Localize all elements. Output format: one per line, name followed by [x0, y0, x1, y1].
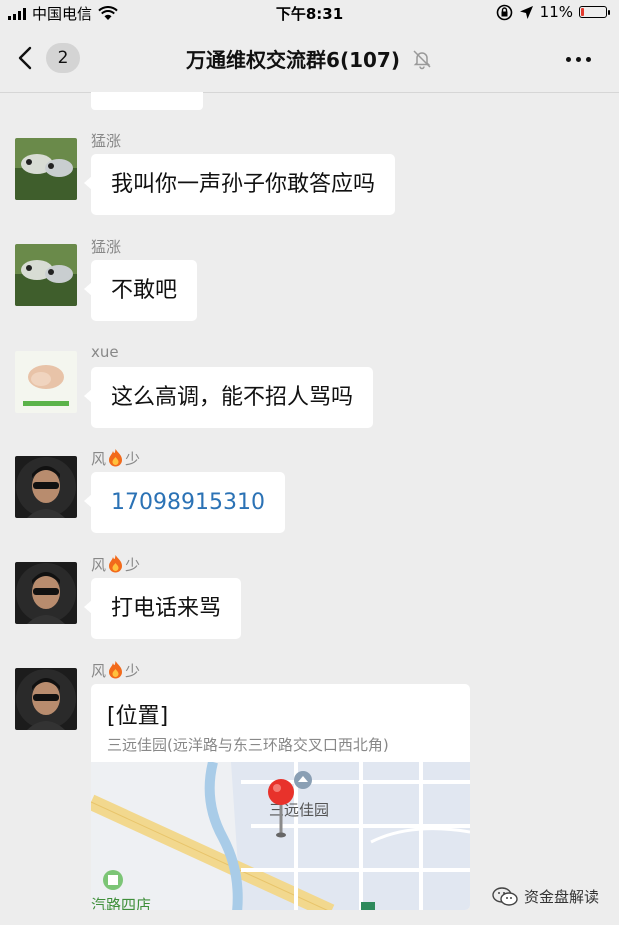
message-bubble[interactable]: 我叫你一声孙子你敢答应吗 — [83, 154, 396, 215]
status-bar: 中国电信 下午8:31 11% — [0, 0, 619, 26]
message-bubble[interactable]: 这么高调，能不招人骂吗 — [83, 367, 374, 428]
map-pin-icon — [268, 779, 294, 805]
fire-icon — [109, 449, 123, 467]
sender-name: xue — [91, 343, 119, 361]
sender-name: 猛涨 — [91, 238, 122, 256]
watermark-text: 资金盘解读 — [523, 888, 599, 906]
location-title: [位置] — [107, 704, 169, 729]
avatar[interactable] — [15, 351, 77, 413]
mute-bell-icon — [413, 50, 431, 70]
battery-icon — [579, 6, 610, 18]
rotation-lock-icon — [496, 4, 512, 20]
map-shop-label: 汽路四店 — [91, 896, 151, 910]
chat-title: 万通维权交流群6(107) — [0, 44, 619, 73]
avatar[interactable] — [15, 668, 77, 730]
wechat-logo-icon — [492, 886, 518, 906]
status-right: 11% — [496, 3, 610, 21]
more-options-icon[interactable] — [566, 57, 591, 62]
partial-message-bubble — [91, 92, 203, 110]
message-bubble[interactable]: 不敢吧 — [83, 260, 198, 321]
message-bubble[interactable]: 打电话来骂 — [83, 578, 242, 639]
wechat-chat-screen: 中国电信 下午8:31 11% 2 万通维权交流群6(107) 猛涨 我叫你一声… — [0, 0, 619, 925]
battery-level — [581, 8, 584, 16]
sender-name: 猛涨 — [91, 132, 122, 150]
phone-number-link[interactable]: 17098915310 — [84, 472, 285, 533]
avatar[interactable] — [15, 138, 77, 200]
chat-header: 2 万通维权交流群6(107) — [0, 26, 619, 93]
sender-name: 风少 — [91, 555, 141, 574]
fire-icon — [109, 555, 123, 573]
group-name: 万通维权交流群6(107) — [186, 48, 400, 72]
location-card[interactable]: [位置] 三远佳园(远洋路与东三环路交叉口西北角) 三远佳园 汽路四店 — [91, 684, 470, 910]
location-address: 三远佳园(远洋路与东三环路交叉口西北角) — [107, 736, 389, 754]
sender-name: 风少 — [91, 449, 141, 468]
location-arrow-icon — [519, 5, 533, 19]
map-preview[interactable]: 三远佳园 汽路四店 — [91, 762, 470, 910]
sender-name: 风少 — [91, 661, 141, 680]
message-list[interactable]: 猛涨 我叫你一声孙子你敢答应吗 猛涨 不敢吧 xue 这么高调，能不招人骂吗 风… — [0, 92, 619, 925]
avatar[interactable] — [15, 456, 77, 518]
watermark: 资金盘解读 — [492, 886, 599, 907]
fire-icon — [109, 661, 123, 679]
avatar[interactable] — [15, 562, 77, 624]
battery-percent: 11% — [539, 3, 573, 21]
avatar[interactable] — [15, 244, 77, 306]
